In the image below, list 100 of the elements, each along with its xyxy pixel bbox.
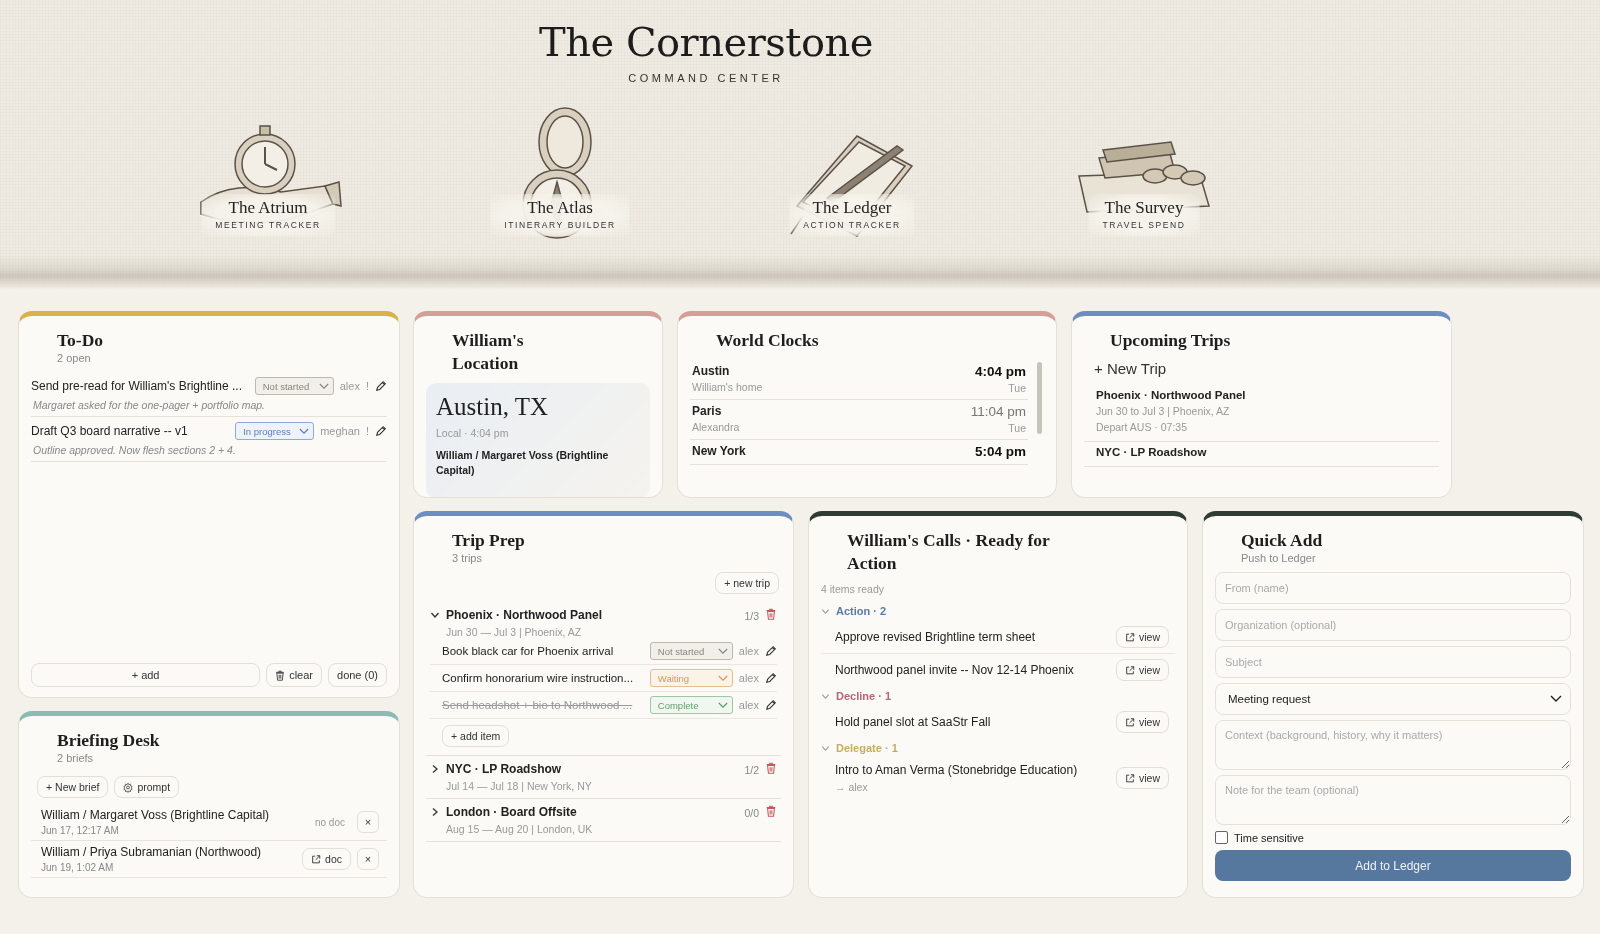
nav-subtitle: TRAVEL SPEND [1102, 220, 1186, 230]
view-button[interactable]: view [1116, 626, 1169, 648]
chevron-icon[interactable] [430, 807, 440, 817]
close-button[interactable]: × [357, 811, 379, 833]
trip-name[interactable]: NYC · LP Roadshow [446, 762, 739, 776]
new-brief-button[interactable]: + New brief [37, 776, 109, 798]
textarea-field[interactable]: Note for the team (optional) [1215, 775, 1571, 825]
trip-dates: Jun 30 to Jul 3 | Phoenix, AZ [1096, 405, 1231, 417]
gear-icon [123, 781, 134, 793]
edit-icon[interactable] [375, 425, 387, 437]
done-count: 1/2 [744, 764, 759, 776]
caret-icon [717, 647, 728, 655]
trip-name[interactable]: Phoenix · Northwood Panel [446, 608, 739, 622]
trip-name[interactable]: NYC · LP Roadshow [1096, 446, 1427, 458]
caret-icon [299, 427, 310, 435]
card-title: William's Location [452, 329, 525, 375]
type-select[interactable]: Meeting request [1215, 683, 1571, 715]
status-select[interactable]: In progress [235, 422, 315, 440]
close-button[interactable]: × [357, 848, 379, 870]
clock-label: Alexandra [692, 421, 740, 433]
group-label[interactable]: Action · 2 [836, 605, 887, 617]
edit-icon[interactable] [765, 699, 777, 711]
external-link-icon [1125, 716, 1135, 728]
card-title: World Clocks [716, 329, 820, 352]
owner-name: alex [339, 380, 360, 392]
new-trip-link[interactable]: + New Trip [1084, 360, 1439, 385]
card-subtitle: Push to Ledger [1241, 552, 1317, 564]
card-count: 4 items ready [821, 583, 886, 597]
app-title: The Cornerstone [539, 18, 873, 66]
owner-name: alex [738, 699, 759, 711]
done-count: 0/0 [744, 807, 759, 819]
view-button[interactable]: view [1116, 711, 1169, 733]
input-field[interactable]: Subject [1215, 646, 1571, 678]
task-text: Send headshot + bio to Northwood ... [442, 699, 634, 711]
clock-city: Paris [692, 404, 723, 418]
trip-dates: Aug 15 — Aug 20 | London, UK [446, 823, 594, 835]
view-button[interactable]: view [1116, 767, 1169, 789]
edit-icon[interactable] [765, 645, 777, 657]
delete-icon[interactable] [765, 608, 777, 620]
caret-icon [717, 701, 728, 709]
task-text: Confirm honorarium wire instruction... [442, 672, 635, 684]
clear-button[interactable]: clear [266, 663, 322, 687]
nav-title[interactable]: The Survey [1104, 198, 1184, 218]
group-label[interactable]: Decline · 1 [836, 690, 892, 702]
edit-icon[interactable] [375, 380, 387, 392]
owner-name: meghan [320, 425, 360, 437]
submit-button[interactable]: Add to Ledger [1215, 850, 1571, 881]
trip-dates: Jun 30 — Jul 3 | Phoenix, AZ [446, 626, 583, 638]
clock-time: 5:04 pm [974, 444, 1026, 459]
checkbox-label[interactable]: Time sensitive [1234, 831, 1304, 844]
card-title: Quick Add [1241, 529, 1324, 552]
chevron-icon[interactable] [430, 764, 440, 774]
clock-city: New York [692, 444, 746, 458]
textarea-field[interactable]: Context (background, history, why it matters) [1215, 720, 1571, 770]
call-title: Approve revised Brightline term sheet [835, 630, 1037, 644]
view-button[interactable]: view [1116, 659, 1169, 681]
owner-name: alex [738, 672, 759, 684]
nav-subtitle: MEETING TRACKER [215, 220, 321, 230]
add-button[interactable]: + add [31, 663, 261, 687]
trash-icon [275, 669, 286, 681]
card-title: Upcoming Trips [1110, 329, 1232, 352]
task-text: Book black car for Phoenix arrival [442, 645, 615, 657]
owner-name: alex [738, 645, 759, 657]
done-button[interactable]: done (0) [328, 663, 387, 687]
trip-name[interactable]: Phoenix · Northwood Panel [1096, 389, 1427, 401]
chevron-icon[interactable] [430, 610, 440, 620]
card-title: To-Do [57, 329, 105, 352]
delete-icon[interactable] [765, 762, 777, 774]
checkbox[interactable] [1215, 831, 1228, 844]
caret-icon [1550, 695, 1562, 703]
clock-day: Tue [970, 422, 1026, 434]
card-count: 2 briefs [57, 752, 95, 764]
external-link-icon [1125, 664, 1135, 676]
add-item-button[interactable]: + add item [442, 725, 510, 747]
brief-time: Jun 19, 1:02 AM [41, 862, 115, 873]
caret-icon [318, 382, 329, 390]
new-trip-button[interactable]: + new trip [715, 572, 779, 594]
clock-label: William's home [692, 381, 763, 393]
caret-icon [717, 674, 728, 682]
edit-icon[interactable] [765, 672, 777, 684]
card-title: Trip Prep [452, 529, 526, 552]
done-count: 1/3 [744, 610, 759, 622]
input-field[interactable]: Organization (optional) [1215, 609, 1571, 641]
input-field[interactable]: From (name) [1215, 572, 1571, 604]
delete-icon[interactable] [765, 805, 777, 817]
brief-title[interactable]: William / Priya Subramanian (Northwood) [41, 845, 297, 859]
nav-title[interactable]: The Ledger [812, 198, 892, 218]
task-text: Draft Q3 board narrative -- v1 [31, 424, 189, 438]
clock-time: 4:04 pm [974, 364, 1026, 379]
meeting-title: William / Margaret Voss (Brightline Capital) [436, 448, 610, 478]
brief-time: Jun 17, 12:17 AM [41, 825, 120, 836]
trip-name[interactable]: London · Board Offsite [446, 805, 739, 819]
call-title: Intro to Aman Verma (Stonebridge Education) [835, 763, 1079, 777]
doc-status: no doc [314, 816, 345, 828]
city-name: Austin, TX [436, 393, 550, 421]
clock-city: Austin [692, 364, 731, 378]
brief-title[interactable]: William / Margaret Voss (Brightline Capital) [41, 808, 309, 822]
scrollbar[interactable] [1037, 362, 1042, 434]
doc-button[interactable]: doc [302, 848, 351, 870]
prompt-button[interactable]: prompt [114, 776, 180, 798]
